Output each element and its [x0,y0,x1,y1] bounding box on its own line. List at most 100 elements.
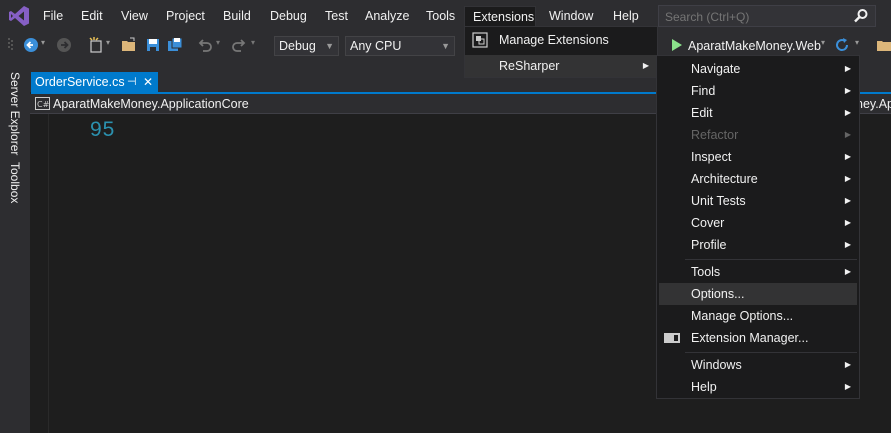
profile-item[interactable]: Profile ▶ [657,234,859,256]
extensions-menu: Manage Extensions ReSharper ▶ [464,26,658,78]
tools-label: Tools [691,265,721,279]
submenu-arrow-icon: ▶ [844,130,851,139]
refresh-icon[interactable] [834,37,850,53]
configuration-value: Debug [279,39,316,53]
back-dropdown-icon[interactable]: ▾ [41,38,45,47]
new-project-icon[interactable] [88,37,104,53]
help-label: Help [691,380,717,394]
search-input[interactable] [663,9,847,25]
start-debugging-icon[interactable] [672,39,682,51]
inspect-item[interactable]: Inspect ▶ [657,146,859,168]
refactor-label: Refactor [691,128,739,142]
chevron-down-icon: ▼ [325,41,334,51]
search-box[interactable] [658,5,876,27]
startup-project-button[interactable]: AparatMakeMoney.Web [688,37,821,55]
chevron-down-icon: ▼ [441,41,450,51]
manage-extensions-icon [472,32,488,48]
cover-label: Cover [691,216,725,230]
navigate-item[interactable]: Navigate ▶ [657,58,859,80]
csharp-project-icon: C# [35,97,50,110]
tab-title: OrderService.cs [35,75,125,89]
editor-gutter [30,114,49,433]
extension-manager-item[interactable]: Extension Manager... [657,327,859,349]
search-icon[interactable] [853,8,869,24]
submenu-arrow-icon: ▶ [844,196,851,205]
menu-tools[interactable]: Tools [422,6,459,26]
save-icon[interactable] [145,37,161,53]
submenu-arrow-icon: ▶ [844,382,851,391]
solution-platform-combo[interactable]: Any CPU ▼ [345,36,455,56]
redo-icon[interactable] [231,37,247,53]
submenu-arrow-icon: ▶ [844,174,851,183]
help-item[interactable]: Help ▶ [657,376,859,398]
resharper-label: ReSharper [499,59,560,73]
manage-extensions-label: Manage Extensions [499,33,609,47]
resharper-menu: Navigate ▶ Find ▶ Edit ▶ Refactor ▶ Inspect ▶… [656,55,860,399]
refresh-dropdown-icon[interactable]: ▾ [855,38,859,47]
navigate-back-icon[interactable] [23,37,39,53]
close-icon[interactable]: ✕ [143,72,153,92]
submenu-arrow-icon: ▶ [844,218,851,227]
menu-help[interactable]: Help [609,6,643,26]
visual-studio-logo-icon [9,6,29,26]
menu-edit[interactable]: Edit [77,6,107,26]
submenu-arrow-icon: ▶ [844,267,851,276]
menu-separator [685,352,857,353]
undo-icon[interactable] [197,37,213,53]
navigate-label: Navigate [691,62,741,76]
edit-item[interactable]: Edit ▶ [657,102,859,124]
edit-label: Edit [691,106,713,120]
refactor-item: Refactor ▶ [657,124,859,146]
platform-value: Any CPU [350,39,402,53]
undo-dropdown-icon[interactable]: ▾ [216,38,220,47]
resharper-item[interactable]: ReSharper ▶ [465,55,657,77]
startup-dropdown-icon[interactable]: ▾ [821,38,825,47]
options-item[interactable]: Options... [659,283,857,305]
menu-file[interactable]: File [39,6,67,26]
find-label: Find [691,84,716,98]
unit-tests-label: Unit Tests [691,194,746,208]
submenu-arrow-icon: ▶ [844,64,851,73]
find-item[interactable]: Find ▶ [657,80,859,102]
menu-analyze[interactable]: Analyze [361,6,413,26]
windows-item[interactable]: Windows ▶ [657,354,859,376]
menu-window[interactable]: Window [545,6,597,26]
menu-test[interactable]: Test [321,6,352,26]
menu-build[interactable]: Build [219,6,255,26]
tools-item[interactable]: Tools ▶ [657,261,859,283]
manage-extensions-item[interactable]: Manage Extensions [465,29,657,51]
submenu-arrow-icon: ▶ [844,152,851,161]
toolbox-tab[interactable]: Toolbox [8,162,22,203]
server-explorer-tab[interactable]: Server Explorer [8,72,22,155]
manage-options-item[interactable]: Manage Options... [657,305,859,327]
submenu-arrow-icon: ▶ [844,360,851,369]
project-dropdown[interactable]: AparatMakeMoney.ApplicationCore [53,96,249,112]
menu-separator [685,259,857,260]
submenu-arrow-icon: ▶ [844,86,851,95]
open-file-icon[interactable] [121,37,137,53]
menu-debug[interactable]: Debug [266,6,311,26]
toolbar-grip-icon [8,38,13,50]
line-number: 95 [90,118,116,141]
cover-item[interactable]: Cover ▶ [657,212,859,234]
menu-project[interactable]: Project [162,6,209,26]
svg-text:C#: C# [37,100,50,109]
pin-icon[interactable]: ⊣ [127,72,137,92]
windows-label: Windows [691,358,742,372]
manage-options-label: Manage Options... [691,309,794,323]
menu-view[interactable]: View [117,6,152,26]
architecture-item[interactable]: Architecture ▶ [657,168,859,190]
document-tab-orderservice[interactable]: OrderService.cs ⊣ ✕ [31,72,158,92]
folder-icon[interactable] [876,37,891,53]
extension-manager-label: Extension Manager... [691,331,809,345]
unit-tests-item[interactable]: Unit Tests ▶ [657,190,859,212]
navigate-forward-icon[interactable] [56,37,72,53]
menu-extensions[interactable]: Extensions [464,6,536,26]
save-all-icon[interactable] [167,37,183,53]
submenu-arrow-icon: ▶ [642,61,649,70]
new-dropdown-icon[interactable]: ▾ [106,38,110,47]
redo-dropdown-icon[interactable]: ▾ [251,38,255,47]
solution-configuration-combo[interactable]: Debug ▼ [274,36,339,56]
profile-label: Profile [691,238,727,252]
member-dropdown[interactable]: ney.Apl [856,96,891,112]
